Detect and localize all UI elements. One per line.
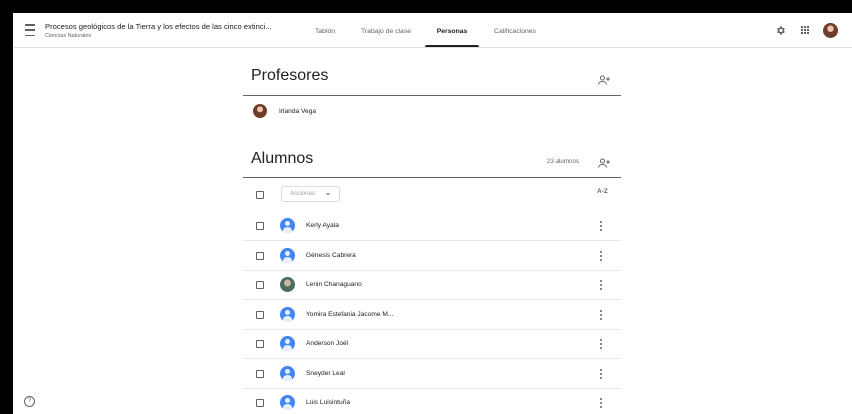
student-avatar-icon: [280, 336, 295, 351]
student-checkbox[interactable]: [256, 340, 264, 348]
tab-tablon[interactable]: Tablón: [313, 13, 337, 47]
sort-az-icon[interactable]: A-Z: [597, 188, 608, 195]
student-row[interactable]: Luis Luisintuña: [243, 389, 621, 414]
more-vert-icon[interactable]: [600, 339, 602, 349]
tab-personas[interactable]: Personas: [425, 13, 479, 47]
class-subtitle: Ciencias Naturales: [45, 33, 92, 39]
more-vert-icon[interactable]: [600, 221, 602, 231]
more-vert-icon[interactable]: [600, 398, 602, 408]
actions-dropdown[interactable]: Acciones: [281, 186, 340, 202]
student-name[interactable]: Kerly Ayala: [306, 222, 339, 229]
teacher-avatar: [253, 104, 267, 118]
more-vert-icon[interactable]: [600, 309, 602, 320]
settings-icon[interactable]: [775, 25, 786, 36]
teacher-name[interactable]: Irlanda Vega: [279, 108, 316, 115]
add-student-icon[interactable]: [598, 158, 610, 168]
chevron-down-icon: [326, 193, 330, 196]
tab-trabajo-de-clase[interactable]: Trabajo de clase: [358, 13, 414, 47]
student-row[interactable]: Anderson Joél: [243, 330, 621, 359]
student-checkbox[interactable]: [256, 369, 264, 378]
more-vert-icon[interactable]: [600, 368, 602, 379]
student-photo-avatar: [280, 277, 295, 292]
student-name[interactable]: Génesis Cabrera: [306, 252, 356, 259]
student-count: 23 alumnos: [547, 158, 579, 165]
student-checkbox[interactable]: [256, 399, 264, 407]
student-avatar-icon: [280, 247, 295, 263]
account-avatar[interactable]: [823, 23, 838, 38]
apps-icon[interactable]: [801, 26, 809, 34]
student-checkbox[interactable]: [256, 310, 264, 319]
students-divider: [243, 177, 621, 178]
teachers-divider: [243, 95, 621, 96]
student-row[interactable]: Génesis Cabrera: [243, 242, 621, 271]
student-avatar-icon: [280, 306, 295, 322]
student-avatar-icon: [280, 395, 295, 410]
student-checkbox[interactable]: [256, 281, 264, 289]
student-row[interactable]: Kerly Ayala: [243, 212, 621, 241]
select-all-checkbox[interactable]: [256, 191, 264, 199]
student-name[interactable]: Lenin Chanaguano: [306, 281, 362, 288]
student-avatar-icon: [280, 365, 295, 381]
more-vert-icon[interactable]: [600, 250, 602, 261]
menu-icon[interactable]: [25, 24, 35, 36]
actions-label: Acciones: [290, 190, 316, 197]
student-avatar-icon: [280, 218, 295, 233]
tab-calificaciones[interactable]: Calificaciones: [491, 13, 539, 47]
student-row[interactable]: Sneyder Leal: [243, 360, 621, 389]
student-name[interactable]: Sneyder Leal: [306, 370, 345, 377]
student-name[interactable]: Luis Luisintuña: [306, 399, 350, 406]
student-checkbox[interactable]: [256, 222, 264, 230]
help-icon[interactable]: ?: [24, 396, 35, 407]
more-vert-icon[interactable]: [600, 280, 602, 290]
classroom-window: Procesos geológicos de la Tierra y los e…: [13, 13, 852, 414]
teachers-heading: Profesores: [251, 67, 329, 84]
student-row[interactable]: Yomira Estefania Jacome M...: [243, 301, 621, 330]
student-row[interactable]: Lenin Chanaguano: [243, 271, 621, 300]
class-title[interactable]: Procesos geológicos de la Tierra y los e…: [45, 22, 272, 31]
student-checkbox[interactable]: [256, 251, 264, 260]
top-app-bar: Procesos geológicos de la Tierra y los e…: [13, 13, 852, 48]
students-heading: Alumnos: [251, 150, 314, 167]
student-name[interactable]: Yomira Estefania Jacome M...: [306, 311, 393, 318]
student-name[interactable]: Anderson Joél: [306, 340, 348, 347]
add-teacher-icon[interactable]: [598, 75, 610, 85]
